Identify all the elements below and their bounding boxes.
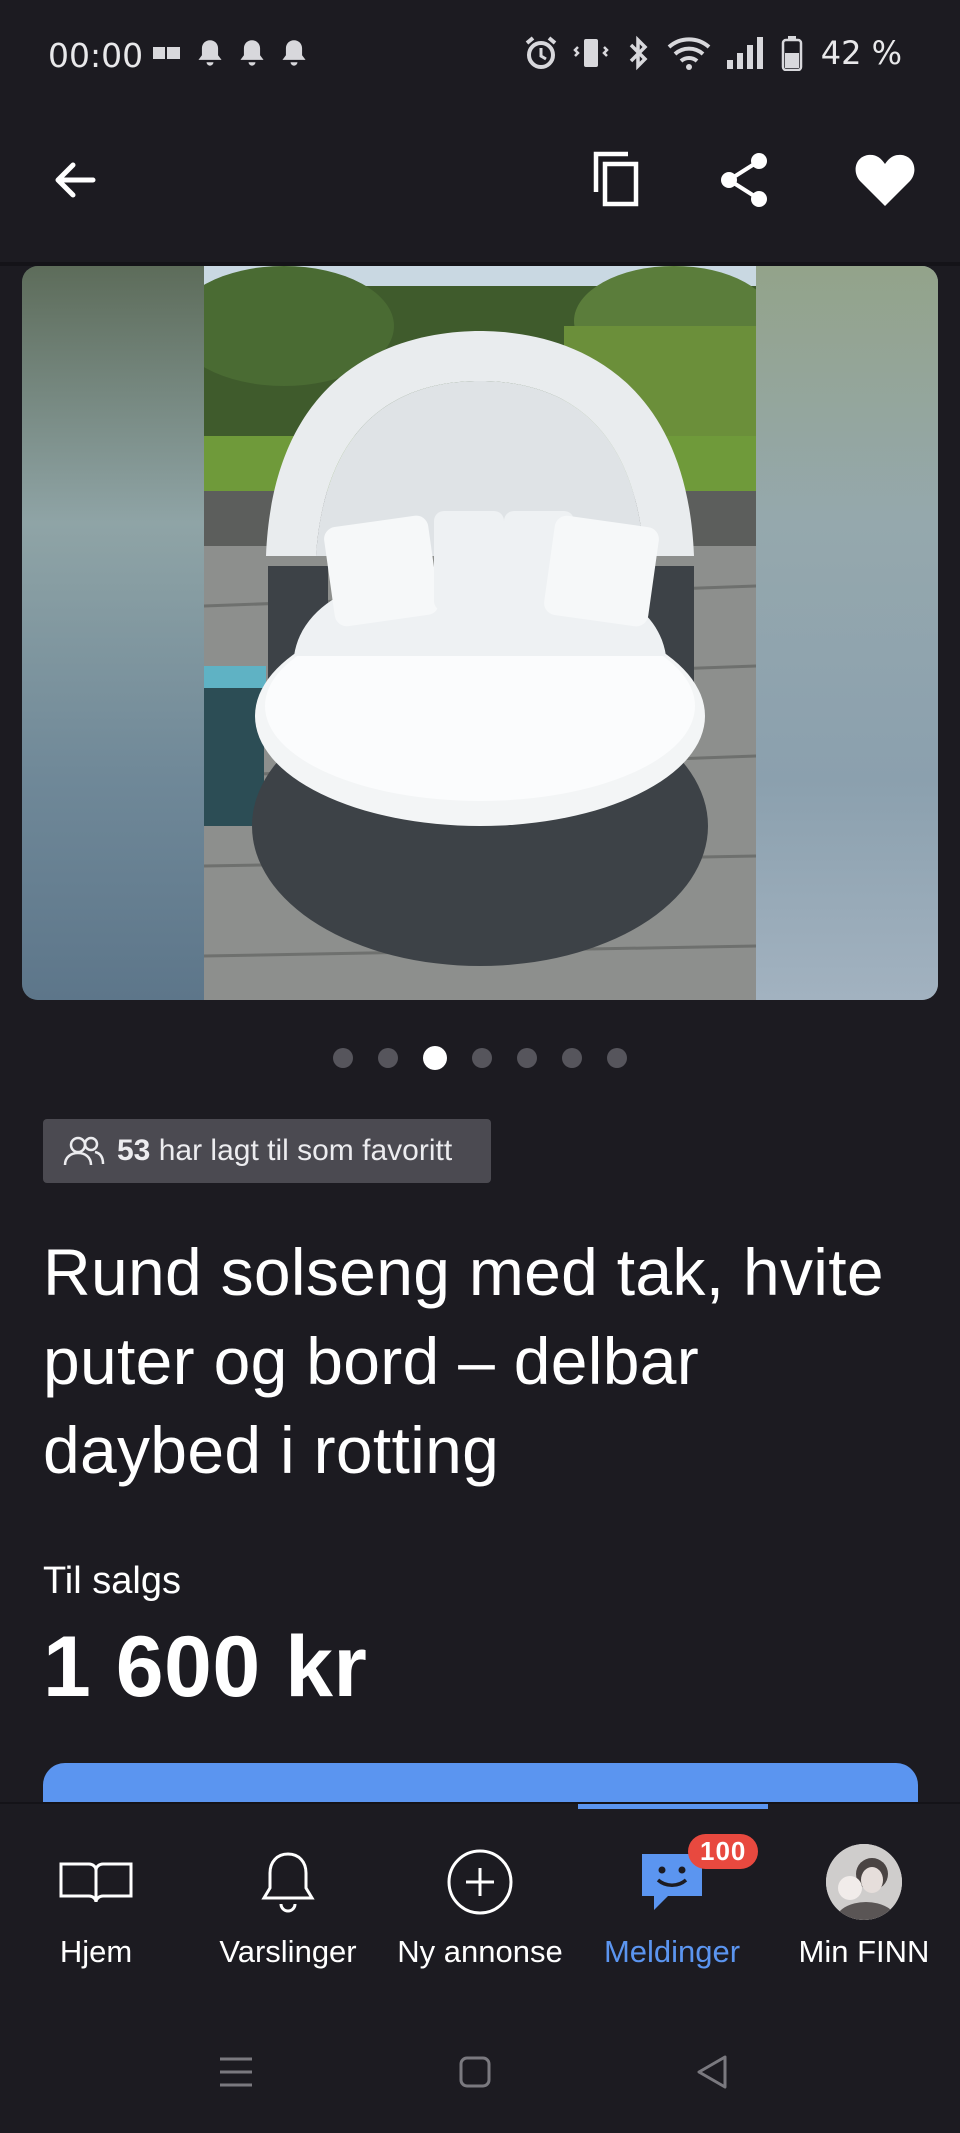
unread-messages-badge: 100 [688,1834,759,1869]
gallery-pager [0,1046,960,1070]
nav-item-varslinger[interactable]: Varslinger [192,1804,384,2014]
app-bar [0,130,960,230]
share-button[interactable] [704,130,784,230]
listing-price: 1 600 kr [43,1619,368,1715]
gallery-blur-left [22,266,204,1000]
status-bar: 00:00 42 % [0,0,960,110]
nav-label-hjem: Hjem [59,1934,133,1969]
signal-icon [726,37,763,69]
favorites-count: 53 [117,1134,151,1167]
heart-icon [855,154,915,206]
notification-icons [152,38,308,68]
alarm-icon [525,36,556,69]
bell-icon [240,40,264,66]
image-gallery[interactable] [22,266,938,1000]
avatar [826,1844,902,1920]
pager-dot-active[interactable] [423,1046,447,1070]
recent-apps-button[interactable] [196,2040,276,2104]
wifi-icon [667,37,711,70]
bottom-navigation: Hjem Varslinger Ny annonse 100 Meldinger… [0,1802,960,2012]
nav-item-hjem[interactable]: Hjem [0,1804,192,2014]
listing-title: Rund solseng med tak, hvite puter og bor… [43,1235,884,1487]
back-button[interactable] [35,130,115,230]
copy-icon [593,151,639,207]
sim-icon [153,47,180,59]
system-back-button[interactable] [672,2040,752,2104]
listing-photo[interactable] [204,266,756,1000]
nav-label-min-finn: Min FINN [798,1934,930,1969]
book-icon [59,1862,133,1903]
gallery-blur-right [756,266,938,1000]
primary-action-button[interactable] [43,1763,918,1803]
bluetooth-icon [629,35,648,71]
pager-dot[interactable] [562,1048,582,1068]
back-arrow-icon [55,162,96,198]
triangle-back-icon [697,2055,727,2089]
nav-label-ny-annonse: Ny annonse [397,1934,563,1969]
battery-percentage: 42 % [820,34,902,72]
bell-icon [282,40,306,66]
copy-button[interactable] [578,130,658,230]
favorite-button[interactable] [845,130,925,230]
home-square-icon [459,2056,491,2088]
status-time: 00:00 [48,36,144,75]
pager-dot[interactable] [378,1048,398,1068]
people-icon [63,1136,105,1166]
recent-apps-icon [220,2057,252,2087]
share-icon [721,153,767,207]
nav-label-meldinger: Meldinger [603,1934,741,1969]
pager-dot[interactable] [517,1048,537,1068]
bell-icon [198,40,222,66]
home-button[interactable] [435,2040,515,2104]
favorites-count-badge: 53 har lagt til som favoritt [43,1119,491,1183]
bell-icon [261,1852,315,1913]
system-status-icons: 42 % [523,34,902,72]
nav-item-min-finn[interactable]: Min FINN [768,1804,960,2014]
nav-item-ny-annonse[interactable]: Ny annonse [384,1804,576,2014]
battery-icon [781,36,802,71]
pager-dot[interactable] [333,1048,353,1068]
sale-type-label: Til salgs [43,1560,181,1602]
pager-dot[interactable] [607,1048,627,1068]
nav-item-meldinger[interactable]: 100 Meldinger [576,1804,768,2014]
vibrate-icon [572,39,609,67]
plus-circle-icon [447,1849,513,1915]
nav-label-varslinger: Varslinger [219,1934,357,1969]
system-navigation-bar [0,2012,960,2133]
favorites-text: har lagt til som favoritt [158,1134,453,1167]
pager-dot[interactable] [472,1048,492,1068]
